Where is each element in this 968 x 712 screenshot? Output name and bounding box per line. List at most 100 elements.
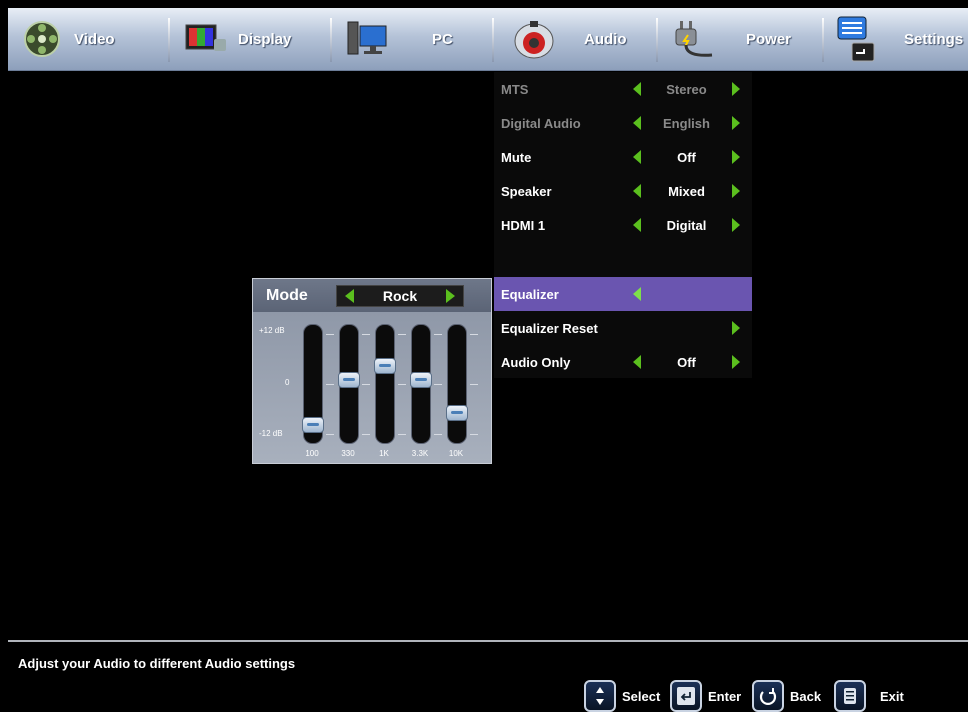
menu-item-value: Off — [677, 354, 696, 370]
back-return-icon — [752, 680, 784, 712]
db-label-bottom: -12 dB — [259, 429, 283, 438]
left-arrow-icon[interactable] — [633, 184, 641, 198]
equalizer-mode-selector[interactable]: Rock — [336, 285, 464, 307]
hint-enter: Enter — [670, 680, 741, 712]
right-arrow-icon[interactable] — [732, 116, 740, 130]
menu-item-hdmi1[interactable]: HDMI 1 Digital — [494, 208, 752, 242]
equalizer-mode-value: Rock — [382, 288, 418, 304]
eq-frequency-label: 1K — [379, 449, 389, 458]
menu-item-mts[interactable]: MTS Stereo — [494, 72, 752, 106]
eq-slider-track[interactable] — [338, 324, 360, 444]
eq-frequency-label: 330 — [341, 449, 355, 458]
db-label-top: +12 dB — [259, 326, 285, 335]
right-arrow-icon[interactable] — [732, 150, 740, 164]
right-arrow-icon[interactable] — [732, 218, 740, 232]
tab-power[interactable]: Power — [672, 8, 791, 70]
film-reel-icon — [20, 17, 64, 61]
eq-tick-mark — [326, 384, 334, 385]
equalizer-panel: Mode Rock +12 dB 0 -12 dB 100 330 1K 3.3K 10… — [252, 278, 492, 464]
eq-tick-mark — [434, 334, 442, 335]
eq-slider-track[interactable] — [410, 324, 432, 444]
eq-tick-mark — [434, 434, 442, 435]
eq-slider-knob[interactable] — [374, 358, 396, 375]
tab-pc[interactable]: PC — [346, 8, 453, 70]
eq-slider-knob[interactable] — [302, 416, 324, 433]
hint-label: Enter — [708, 688, 742, 704]
tab-label: PC — [432, 30, 453, 48]
equalizer-header: Mode Rock — [253, 279, 491, 312]
left-arrow-icon[interactable] — [633, 218, 641, 232]
hint-select: Select — [584, 680, 660, 712]
menu-item-equalizer[interactable]: Equalizer — [494, 277, 752, 311]
left-arrow-icon[interactable] — [633, 355, 641, 369]
eq-tick-mark — [470, 434, 478, 435]
menu-item-label: Equalizer — [501, 286, 559, 302]
menu-item-digital-audio[interactable]: Digital Audio English — [494, 106, 752, 140]
eq-slider-track[interactable] — [302, 324, 324, 444]
settings-menu-icon — [834, 16, 878, 62]
eq-slider-knob[interactable] — [410, 371, 432, 388]
left-arrow-icon[interactable] — [633, 287, 641, 301]
hint-label: Select — [622, 688, 661, 704]
eq-tick-mark — [326, 434, 334, 435]
right-arrow-icon[interactable] — [732, 82, 740, 96]
eq-tick-mark — [470, 334, 478, 335]
tab-divider — [330, 18, 332, 62]
left-arrow-icon[interactable] — [633, 150, 641, 164]
right-arrow-icon[interactable] — [732, 184, 740, 198]
menu-item-label: Speaker — [501, 183, 552, 199]
right-arrow-icon[interactable] — [446, 289, 455, 303]
menu-item-label: HDMI 1 — [501, 217, 546, 233]
hint-back: Back — [752, 680, 821, 712]
display-icon — [184, 17, 228, 61]
menu-item-equalizer-reset[interactable]: Equalizer Reset — [494, 311, 752, 345]
right-arrow-icon[interactable] — [732, 355, 740, 369]
enter-key-icon — [670, 680, 702, 712]
tab-settings[interactable]: Settings — [834, 8, 963, 70]
hint-label: Back — [790, 688, 822, 704]
eq-tick-mark — [470, 384, 478, 385]
menu-item-label: Digital Audio — [501, 115, 581, 131]
eq-tick-mark — [362, 384, 370, 385]
menu-item-mute[interactable]: Mute Off — [494, 140, 752, 174]
hint-label: Exit — [880, 688, 904, 704]
eq-slider-track[interactable] — [374, 324, 396, 444]
tab-audio[interactable]: Audio — [512, 8, 627, 70]
menu-item-value: Mixed — [668, 183, 705, 199]
eq-tick-mark — [434, 384, 442, 385]
menu-item-label: MTS — [501, 81, 529, 97]
eq-frequency-label: 10K — [448, 449, 464, 458]
eq-slider-track[interactable] — [446, 324, 468, 444]
menu-item-value: Stereo — [666, 81, 707, 97]
tab-divider — [656, 18, 658, 62]
left-arrow-icon[interactable] — [633, 82, 641, 96]
top-tab-bar: Video Display PC Audio Power Settings — [8, 8, 968, 71]
menu-item-value: Digital — [666, 217, 707, 233]
tab-divider — [822, 18, 824, 62]
left-arrow-icon[interactable] — [633, 116, 641, 130]
tab-video[interactable]: Video — [20, 8, 115, 70]
eq-slider-knob[interactable] — [446, 405, 468, 422]
eq-frequency-label: 100 — [305, 449, 319, 458]
eq-tick-mark — [362, 434, 370, 435]
right-arrow-icon[interactable] — [732, 321, 740, 335]
menu-item-value: English — [663, 115, 710, 131]
menu-item-label: Audio Only — [501, 354, 571, 370]
eq-slider-knob[interactable] — [338, 371, 360, 388]
tab-divider — [492, 18, 494, 62]
hint-exit: Exit — [834, 680, 904, 712]
tab-label: Video — [74, 30, 115, 48]
menu-item-value: Off — [677, 149, 696, 165]
equalizer-sliders-area: +12 dB 0 -12 dB 100 330 1K 3.3K 10K — [253, 312, 491, 463]
eq-tick-mark — [326, 334, 334, 335]
menu-item-speaker[interactable]: Speaker Mixed — [494, 174, 752, 208]
menu-item-audio-only[interactable]: Audio Only Off — [494, 345, 752, 379]
tab-label: Settings — [904, 30, 964, 48]
equalizer-mode-label: Mode — [266, 287, 308, 304]
tab-label: Power — [746, 30, 792, 48]
pc-monitor-icon — [346, 17, 390, 61]
exit-icon — [834, 680, 866, 712]
tab-display[interactable]: Display — [184, 8, 291, 70]
eq-frequency-label: 3.3K — [411, 449, 429, 458]
eq-tick-mark — [398, 384, 406, 385]
